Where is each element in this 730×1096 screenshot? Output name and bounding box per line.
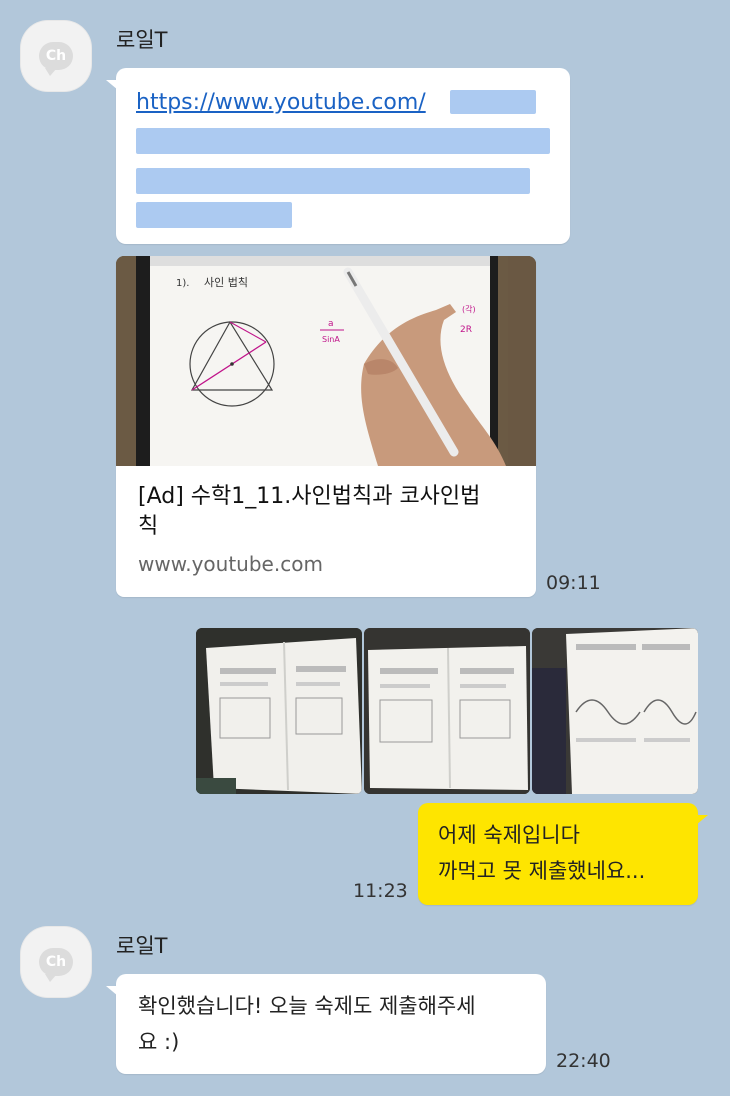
redacted-link-part	[136, 202, 292, 228]
my-message-bubble[interactable]: 어제 숙제입니다 까먹고 못 제출했네요...	[418, 803, 708, 905]
video-thumbnail-image: 1). a SinA (각) 2R	[116, 256, 536, 466]
channel-avatar-icon: Ch	[39, 42, 73, 76]
preview-domain: www.youtube.com	[138, 552, 323, 576]
their-message-bubble[interactable]: 확인했습니다! 오늘 숙제도 제출해주세 요 :)	[106, 974, 546, 1074]
homework-photo-image	[364, 628, 530, 794]
message-text: 확인했습니다! 오늘 숙제도 제출해주세 요 :)	[138, 994, 476, 1054]
svg-text:(각): (각)	[462, 304, 476, 314]
svg-text:a: a	[328, 319, 334, 329]
redacted-link-part	[136, 168, 530, 194]
preview-title[interactable]: [Ad] 수학1_11.사인법칙과 코사인법 칙	[138, 482, 480, 542]
video-heading: 사인 법칙	[204, 276, 248, 289]
svg-text:SinA: SinA	[322, 335, 340, 344]
homework-photo-image	[196, 628, 362, 794]
homework-photo-image	[532, 628, 698, 794]
homework-photo-3[interactable]	[532, 628, 698, 794]
redacted-link-part	[136, 128, 550, 154]
sender-avatar[interactable]: Ch	[20, 20, 92, 92]
message-text: 어제 숙제입니다 까먹고 못 제출했네요...	[438, 823, 646, 883]
sender-avatar[interactable]: Ch	[20, 926, 92, 998]
link-message-bubble[interactable]: https://www.youtube.com/	[106, 68, 570, 244]
message-time: 09:11	[546, 572, 601, 594]
svg-text:1).: 1).	[176, 278, 189, 289]
homework-photo-1[interactable]	[196, 628, 362, 794]
message-time: 11:23	[353, 880, 408, 902]
svg-text:2R: 2R	[460, 325, 472, 335]
sender-name: 로일T	[116, 28, 168, 52]
homework-photo-2[interactable]	[364, 628, 530, 794]
video-thumbnail[interactable]: 1). a SinA (각) 2R 사인 법칙	[116, 256, 536, 466]
youtube-link[interactable]: https://www.youtube.com/	[136, 84, 426, 121]
channel-avatar-icon: Ch	[39, 948, 73, 982]
redacted-link-part	[450, 90, 536, 114]
sender-name: 로일T	[116, 934, 168, 958]
message-time: 22:40	[556, 1050, 611, 1072]
link-preview-card[interactable]: 1). a SinA (각) 2R 사인 법칙 [Ad] 수학1_11.사인법칙…	[116, 256, 536, 597]
